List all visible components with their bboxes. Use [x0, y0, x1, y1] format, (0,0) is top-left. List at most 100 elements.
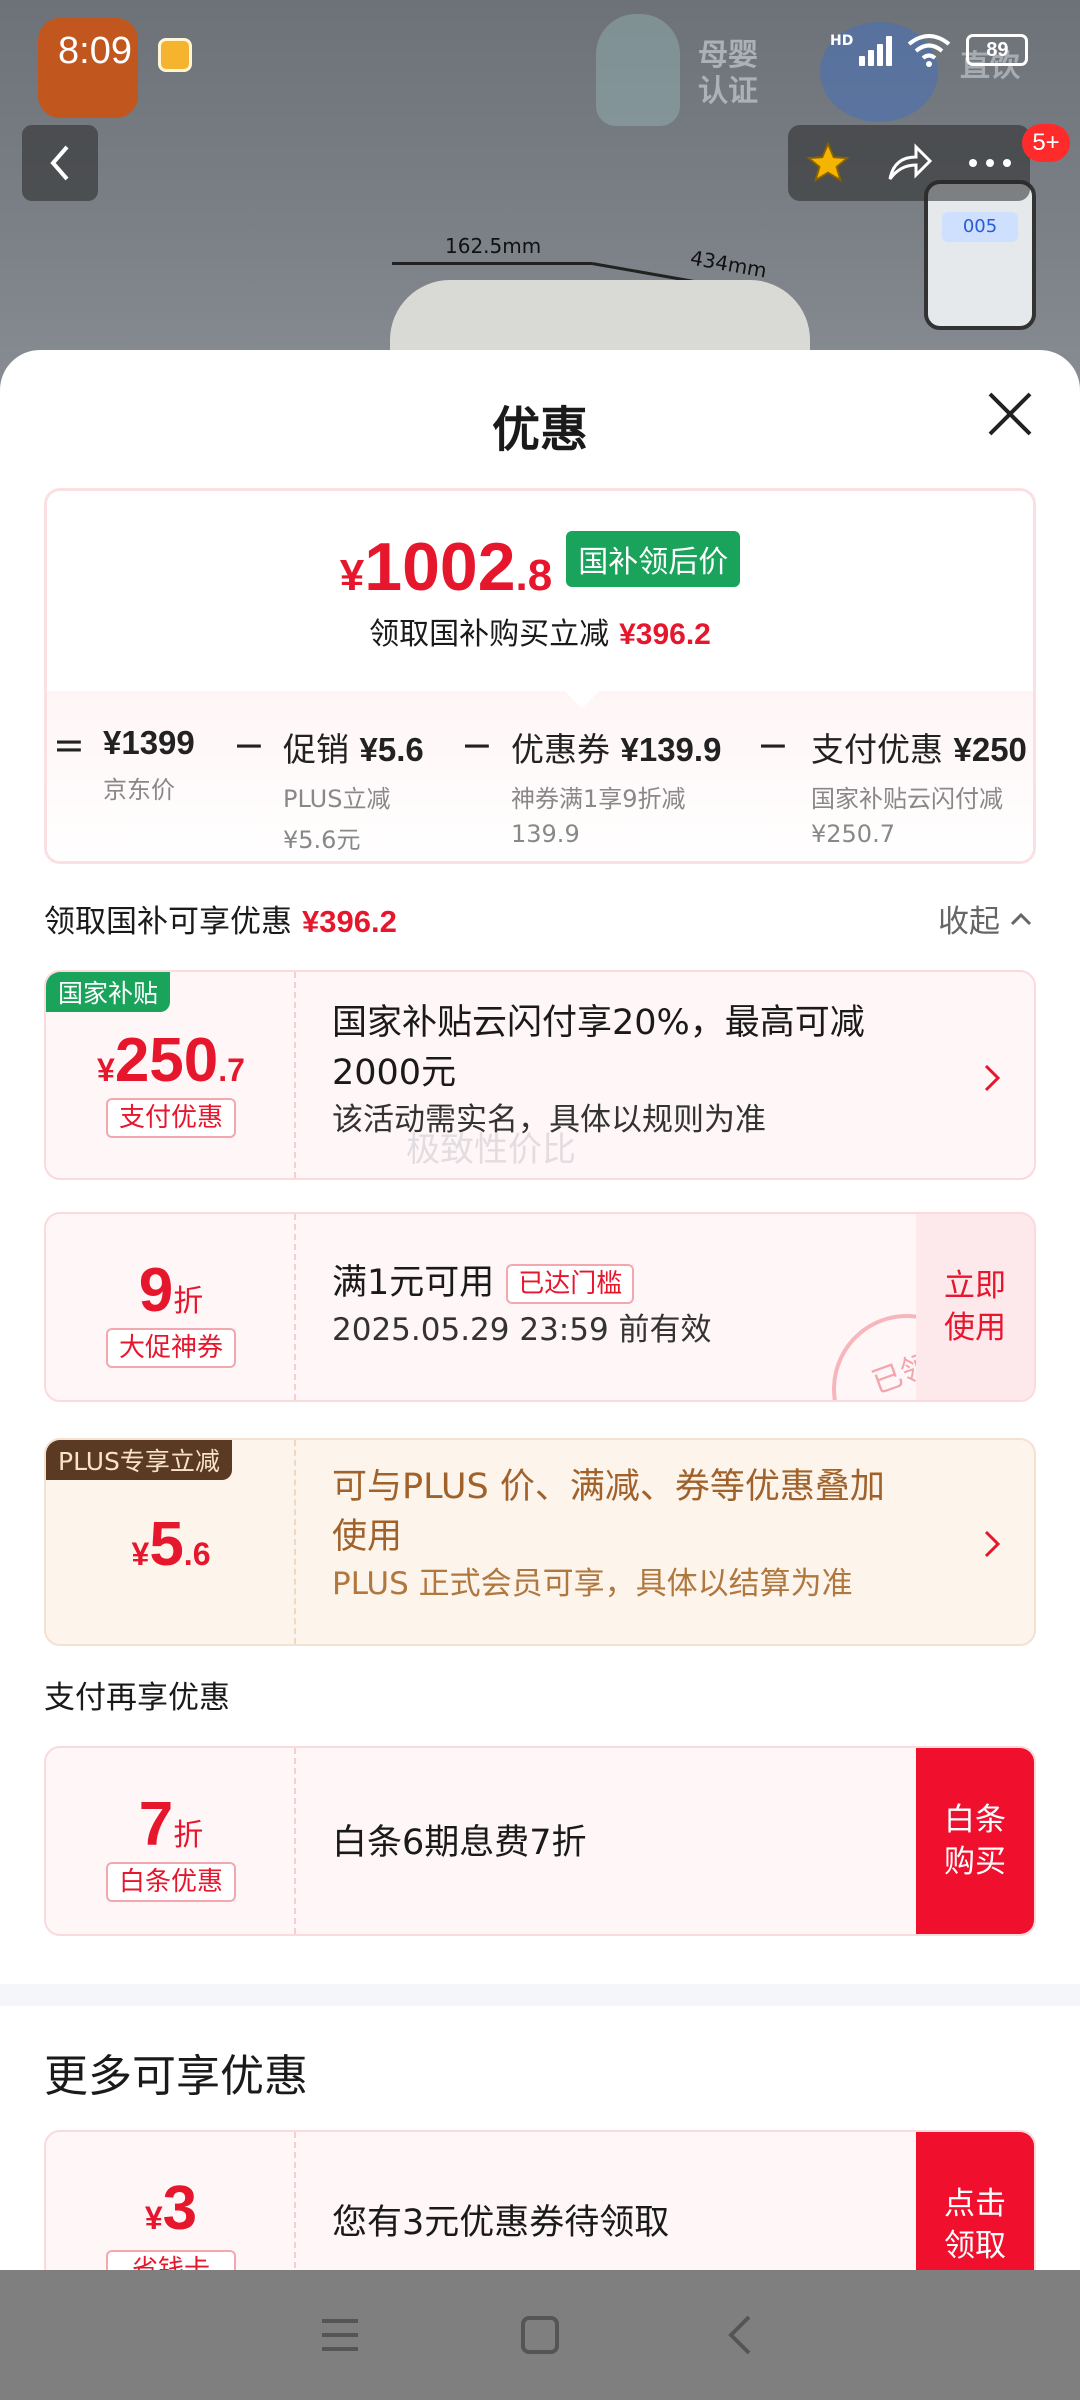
subtitle-text: 领取国补购买立减: [369, 617, 610, 652]
breakdown-item-coupon: 优惠券 ¥139.9 神券满1享9折减 139.9: [511, 723, 721, 848]
coupon-plus-discount[interactable]: PLUS专享立减 ¥5.6 可与PLUS 价、满减、券等优惠叠加 使用 PLUS…: [44, 1438, 1036, 1646]
summary-top: ¥1002.8 国补领后价 领取国补购买立减 ¥396.2: [47, 491, 1033, 691]
coupon-value: ¥250.7: [97, 1026, 245, 1095]
coupon-title: 白条6期息费7折: [332, 1823, 587, 1863]
price-summary-card: ¥1002.8 国补领后价 领取国补购买立减 ¥396.2 = ¥1399 京东价…: [44, 488, 1036, 864]
breakdown-detail: ¥5.6元: [283, 826, 361, 854]
threshold-reached-pill: 已达门槛: [506, 1264, 635, 1304]
chevron-right-icon: [984, 1064, 1001, 1092]
wifi-icon: [908, 34, 951, 67]
collapse-label: 收起: [938, 904, 1000, 940]
share-button[interactable]: [877, 131, 941, 195]
breakdown-detail: ¥250.7: [811, 820, 895, 848]
share-icon: [888, 143, 932, 180]
battery-icon: 89: [966, 34, 1029, 66]
coupon-tag: 国家补贴: [46, 972, 171, 1012]
final-price: ¥1002.8: [340, 533, 552, 601]
operator-minus: −: [461, 723, 493, 767]
coupon-validity: 2025.05.29 23:59 前有效: [332, 1312, 712, 1348]
coupon-desc: PLUS 正式会员可享，具体以结算为准: [332, 1566, 853, 1602]
gallery-notification-icon: [158, 38, 192, 72]
breakdown-amount: 优惠券 ¥139.9: [511, 730, 722, 769]
nav-menu-button[interactable]: [310, 2305, 370, 2365]
coupon-tag: PLUS专享立减: [46, 1440, 232, 1480]
breakdown-item-promotion: 促销 ¥5.6 PLUS立减 ¥5.6元: [283, 723, 424, 855]
section-pay-discount: 支付再享优惠: [44, 1680, 230, 1716]
breakdown-desc: 神券满1享9折减: [511, 785, 686, 813]
coupon-details: 国家补贴云闪付享20%，最高可减 2000元 该活动需实名，具体以规则为准: [332, 998, 865, 1142]
coupon-title: 您有3元优惠券待领取: [332, 2203, 670, 2243]
coupon-national-subsidy[interactable]: 国家补贴 ¥250.7 支付优惠 国家补贴云闪付享20%，最高可减 2000元 …: [44, 970, 1036, 1180]
coupon-details: 您有3元优惠券待领取: [332, 2198, 669, 2248]
more-offers-title: 更多可享优惠: [44, 2051, 308, 2102]
chevron-right-icon: [984, 1530, 1001, 1558]
back-triangle-icon: [728, 2315, 751, 2355]
section-national-subsidy: 领取国补可享优惠 ¥396.2: [44, 896, 397, 941]
more-button[interactable]: [958, 131, 1022, 195]
price-currency: ¥: [339, 551, 365, 600]
dimension-label: 434mm: [688, 245, 769, 283]
collapse-button[interactable]: 收起: [938, 896, 1032, 941]
coupon-value: ¥3: [144, 2174, 198, 2243]
breakdown-row: = ¥1399 京东价 − 促销 ¥5.6 PLUS立减 ¥5.6元 − 优惠券…: [47, 723, 1033, 855]
coupon-promo-discount[interactable]: 9折 大促神券 满1元可用 已达门槛 2025.05.29 23:59 前有效 已…: [44, 1212, 1036, 1402]
message-badge: 5+: [1022, 124, 1070, 162]
baitiao-buy-button[interactable]: 白条 购买: [916, 1748, 1034, 1934]
coupon-type-label: 大促神券: [106, 1328, 236, 1368]
banner-text-certification: 母婴认证: [698, 38, 758, 109]
nav-home-button[interactable]: [510, 2305, 570, 2365]
use-now-button[interactable]: 立即 使用: [916, 1214, 1034, 1400]
coupon-baitiao[interactable]: 7折 白条优惠 白条6期息费7折 白条 购买: [44, 1746, 1036, 1936]
coupon-details: 可与PLUS 价、满减、券等优惠叠加 使用 PLUS 正式会员可享，具体以结算为…: [332, 1462, 885, 1606]
coupon-type-label: 白条优惠: [106, 1862, 236, 1902]
section-title: 领取国补可享优惠: [44, 904, 292, 940]
chevron-up-icon: [1010, 912, 1032, 925]
breakdown-desc: 国家补贴云闪付减: [811, 785, 1003, 813]
back-button[interactable]: [22, 125, 98, 201]
breakdown-amount: 促销 ¥5.6: [283, 730, 424, 769]
close-icon[interactable]: [982, 386, 1038, 442]
system-nav-bar: [0, 2270, 1080, 2400]
star-icon: [806, 141, 850, 183]
status-time: 8:09: [58, 30, 132, 72]
summary-subtitle: 领取国补购买立减 ¥396.2: [47, 609, 1033, 653]
coupon-value: 9折: [138, 1256, 204, 1325]
dimension-label: 162.5mm: [445, 234, 542, 258]
section-divider: [0, 1984, 1080, 2006]
coupon-type-label: 支付优惠: [106, 1098, 236, 1138]
price-tag: 国补领后价: [566, 531, 741, 587]
coupon-title: 国家补贴云闪付享20%，最高可减: [332, 1003, 865, 1043]
more-icon: [968, 159, 1011, 167]
price-integer: 1002: [364, 529, 516, 605]
dimension-line: [392, 262, 592, 265]
hd-label: HD: [830, 33, 854, 49]
operator-minus: −: [757, 723, 789, 767]
phone-image: 005: [924, 180, 1036, 330]
status-icons: HD 89: [830, 32, 1029, 68]
breakdown-amount: 支付优惠 ¥250: [811, 730, 1027, 769]
chevron-left-icon: [50, 145, 69, 181]
discount-sheet: 优惠 ¥1002.8 国补领后价 领取国补购买立减 ¥396.2 = ¥1399 …: [0, 350, 1080, 2400]
breakdown-desc: 京东价: [103, 776, 175, 804]
header-actions: [788, 125, 1030, 201]
price-decimal: .8: [515, 551, 553, 600]
coupon-title: 可与PLUS 价、满减、券等优惠叠加: [332, 1467, 885, 1507]
coupon-value: ¥5.6: [131, 1510, 211, 1579]
watermark: 极致性价比: [406, 1130, 576, 1170]
operator-minus: −: [233, 723, 265, 767]
coupon-title: 满1元可用 已达门槛: [332, 1258, 712, 1308]
coupon-value: 7折: [138, 1790, 204, 1859]
nav-back-button[interactable]: [710, 2305, 770, 2365]
section-amount: ¥396.2: [302, 904, 397, 939]
favorite-button[interactable]: [796, 131, 860, 195]
coupon-title-cont: 使用: [332, 1517, 403, 1557]
coupon-title-cont: 2000元: [332, 1053, 457, 1093]
phone-screen: 005: [942, 212, 1018, 242]
coupon-details: 白条6期息费7折: [332, 1818, 587, 1868]
menu-icon: [322, 2319, 358, 2351]
breakdown-amount: ¥1399: [103, 724, 195, 761]
breakdown-detail: 139.9: [511, 820, 580, 848]
certification-logo: [596, 14, 680, 126]
subtitle-amount: ¥396.2: [619, 618, 711, 651]
signal-icon: [859, 34, 893, 66]
